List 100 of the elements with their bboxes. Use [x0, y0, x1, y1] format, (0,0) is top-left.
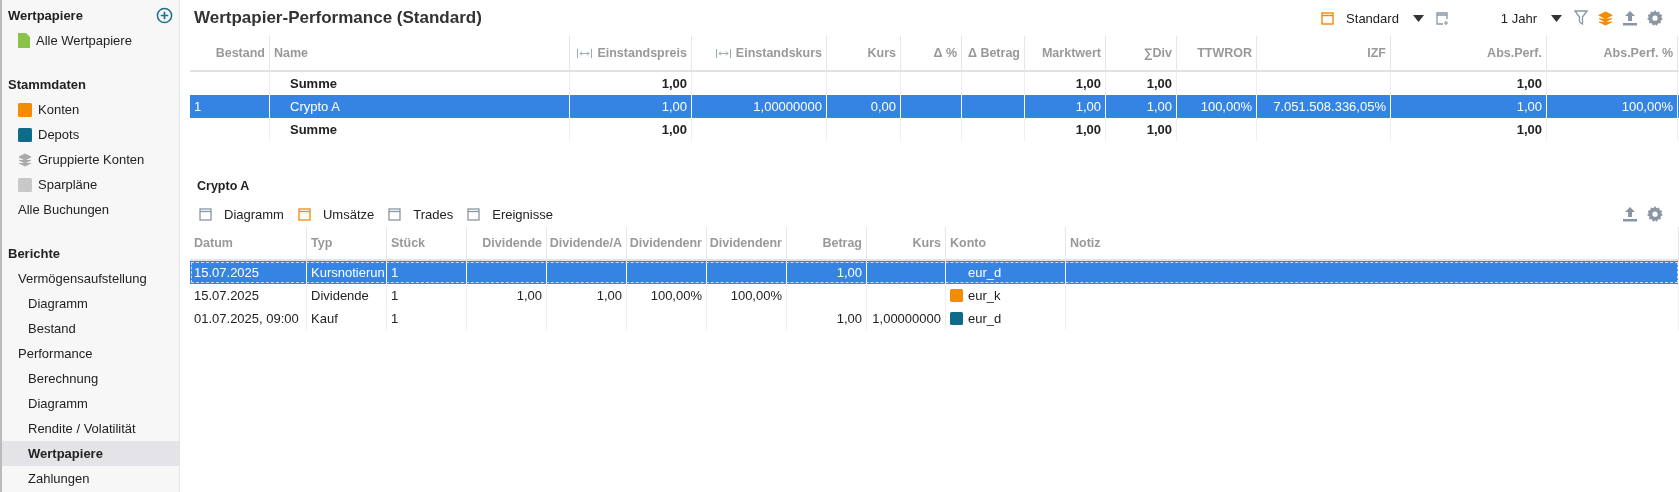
- column-header[interactable]: Kurs: [867, 227, 946, 259]
- table-cell: 1,00: [1146, 122, 1172, 137]
- table-row[interactable]: 15.07.2025 Kursnotierun 1 1,00 eur_d: [190, 261, 1679, 284]
- table-cell: 1: [391, 311, 399, 326]
- caret-icon: [1551, 14, 1562, 22]
- table-cell: 1,00: [1075, 99, 1101, 114]
- table-row[interactable]: Summe 1,00 1,00 1,00 1,00: [190, 118, 1679, 141]
- column-header[interactable]: IZF: [1257, 36, 1391, 70]
- new-view-icon[interactable]: [1435, 11, 1449, 25]
- nav-item[interactable]: Depots: [2, 122, 179, 147]
- nav-item[interactable]: Gruppierte Konten: [2, 147, 179, 172]
- column-header[interactable]: Δ Betrag: [962, 36, 1025, 70]
- layers-icon: [18, 152, 32, 167]
- table-cell: 15.07.2025: [194, 265, 260, 280]
- table-cell: 1,00: [661, 76, 687, 91]
- settings-icon[interactable]: [1647, 206, 1663, 222]
- nav-item[interactable]: Berechnung: [2, 366, 179, 391]
- export-icon[interactable]: [1623, 10, 1637, 26]
- column-header[interactable]: Δ %: [901, 36, 962, 70]
- column-header[interactable]: Betrag: [787, 227, 867, 259]
- table-row[interactable]: 15.07.2025 Dividende 1 1,00 1,00 100,00% 100,00% eur_k: [190, 284, 1679, 307]
- nav-item[interactable]: Diagramm: [2, 291, 179, 316]
- window-icon: [467, 207, 481, 221]
- table-cell: 7.051.508.336,05%: [1273, 99, 1386, 114]
- table-cell: eur_d: [968, 311, 1002, 326]
- caret-icon: [1412, 14, 1424, 22]
- table-cell: 1,00: [661, 122, 687, 137]
- table-cell: 1: [391, 265, 399, 280]
- table-cell: Summe: [290, 76, 337, 91]
- tab[interactable]: Ereignisse: [467, 206, 553, 222]
- filter-icon[interactable]: [1574, 10, 1588, 26]
- period-dropdown[interactable]: 1 Jahr: [1498, 10, 1564, 26]
- column-header[interactable]: Stück: [387, 227, 467, 259]
- table-cell: 1,00: [836, 311, 862, 326]
- column-header[interactable]: Konto: [946, 227, 1066, 259]
- add-icon[interactable]: [156, 7, 173, 24]
- column-header[interactable]: Abs.Perf. %: [1547, 36, 1678, 70]
- table-row[interactable]: 01.07.2025, 09:00 Kauf 1 1,00 1,00000000 eur_d: [190, 307, 1679, 330]
- table-cell: 1,00: [1075, 76, 1101, 91]
- table-cell: 15.07.2025: [194, 288, 260, 303]
- column-header[interactable]: Einstandskurs: [692, 36, 827, 70]
- column-header[interactable]: Notiz: [1066, 227, 1679, 259]
- table-cell: 01.07.2025, 09:00: [194, 311, 299, 326]
- table-cell: 1,00: [1146, 99, 1172, 114]
- nav-item[interactable]: Alle Wertpapiere: [2, 28, 179, 53]
- section-title: Wertpapiere: [8, 8, 83, 23]
- table-cell: Kauf: [311, 311, 338, 326]
- window-icon: [388, 207, 402, 221]
- column-header[interactable]: Bestand: [190, 36, 270, 70]
- table-row[interactable]: 1 Crypto A 1,00 1,00000000 0,00 1,00 1,00 100,00% 7.051.508.336,05% 1,00 100,00%: [190, 95, 1679, 118]
- column-header[interactable]: Abs.Perf.: [1391, 36, 1547, 70]
- nav-item[interactable]: Diagramm: [2, 391, 179, 416]
- nav-item[interactable]: Zahlungen: [2, 466, 179, 491]
- table-cell: 1,00: [1516, 76, 1542, 91]
- table-cell: 1,00: [836, 265, 862, 280]
- column-header[interactable]: ∑Div: [1106, 36, 1177, 70]
- table-cell: 100,00%: [1621, 99, 1673, 114]
- nav-item[interactable]: Bestand: [2, 316, 179, 341]
- window-icon: [1321, 11, 1335, 25]
- export-icon[interactable]: [1623, 206, 1637, 222]
- layers-icon[interactable]: [1598, 10, 1613, 26]
- nav-item[interactable]: Vermögensaufstellung: [2, 266, 179, 291]
- page-title: Wertpapier-Performance (Standard): [194, 8, 482, 28]
- nav-item[interactable]: Wertpapiere: [2, 441, 179, 466]
- column-header[interactable]: Dividende: [467, 227, 547, 259]
- column-header[interactable]: Marktwert: [1025, 36, 1106, 70]
- table-cell: Crypto A: [290, 99, 340, 114]
- column-header[interactable]: Typ: [307, 227, 387, 259]
- table-cell: 100,00%: [1200, 99, 1252, 114]
- window-icon: [199, 207, 212, 221]
- nav-item[interactable]: Rendite / Volatilität: [2, 416, 179, 441]
- column-header[interactable]: Kurs: [827, 36, 901, 70]
- table-cell: eur_k: [968, 288, 1001, 303]
- table-cell: 100,00%: [650, 288, 702, 303]
- column-header[interactable]: Dividendenr: [627, 227, 707, 259]
- table-cell: 1: [194, 99, 202, 114]
- nav-item[interactable]: Sparpläne: [2, 172, 179, 197]
- nav-item[interactable]: Konten: [2, 97, 179, 122]
- column-header[interactable]: Einstandspreis: [570, 36, 692, 70]
- table-cell: Dividende: [311, 288, 369, 303]
- table-cell: 1,00000000: [872, 311, 941, 326]
- view-dropdown[interactable]: Standard: [1344, 10, 1426, 26]
- table-cell: 1: [391, 288, 399, 303]
- column-header[interactable]: Dividendenr: [707, 227, 787, 259]
- settings-icon[interactable]: [1647, 10, 1663, 26]
- window-icon: [297, 207, 311, 221]
- column-header[interactable]: TTWROR: [1177, 36, 1257, 70]
- detail-title: Crypto A: [196, 179, 251, 195]
- table-cell: 1,00: [661, 99, 687, 114]
- table-cell: 1,00: [1516, 99, 1542, 114]
- table-cell: 100,00%: [730, 288, 782, 303]
- column-header[interactable]: Datum: [190, 227, 307, 259]
- tab[interactable]: Umsätze: [297, 206, 375, 222]
- tab[interactable]: Diagramm: [199, 206, 284, 222]
- nav-item[interactable]: Performance: [2, 341, 179, 366]
- tab[interactable]: Trades: [388, 206, 454, 222]
- column-header[interactable]: Dividende/A: [547, 227, 627, 259]
- column-header[interactable]: Name: [270, 36, 570, 70]
- nav-item[interactable]: Alle Buchungen: [2, 197, 179, 222]
- table-cell: eur_d: [968, 265, 1002, 280]
